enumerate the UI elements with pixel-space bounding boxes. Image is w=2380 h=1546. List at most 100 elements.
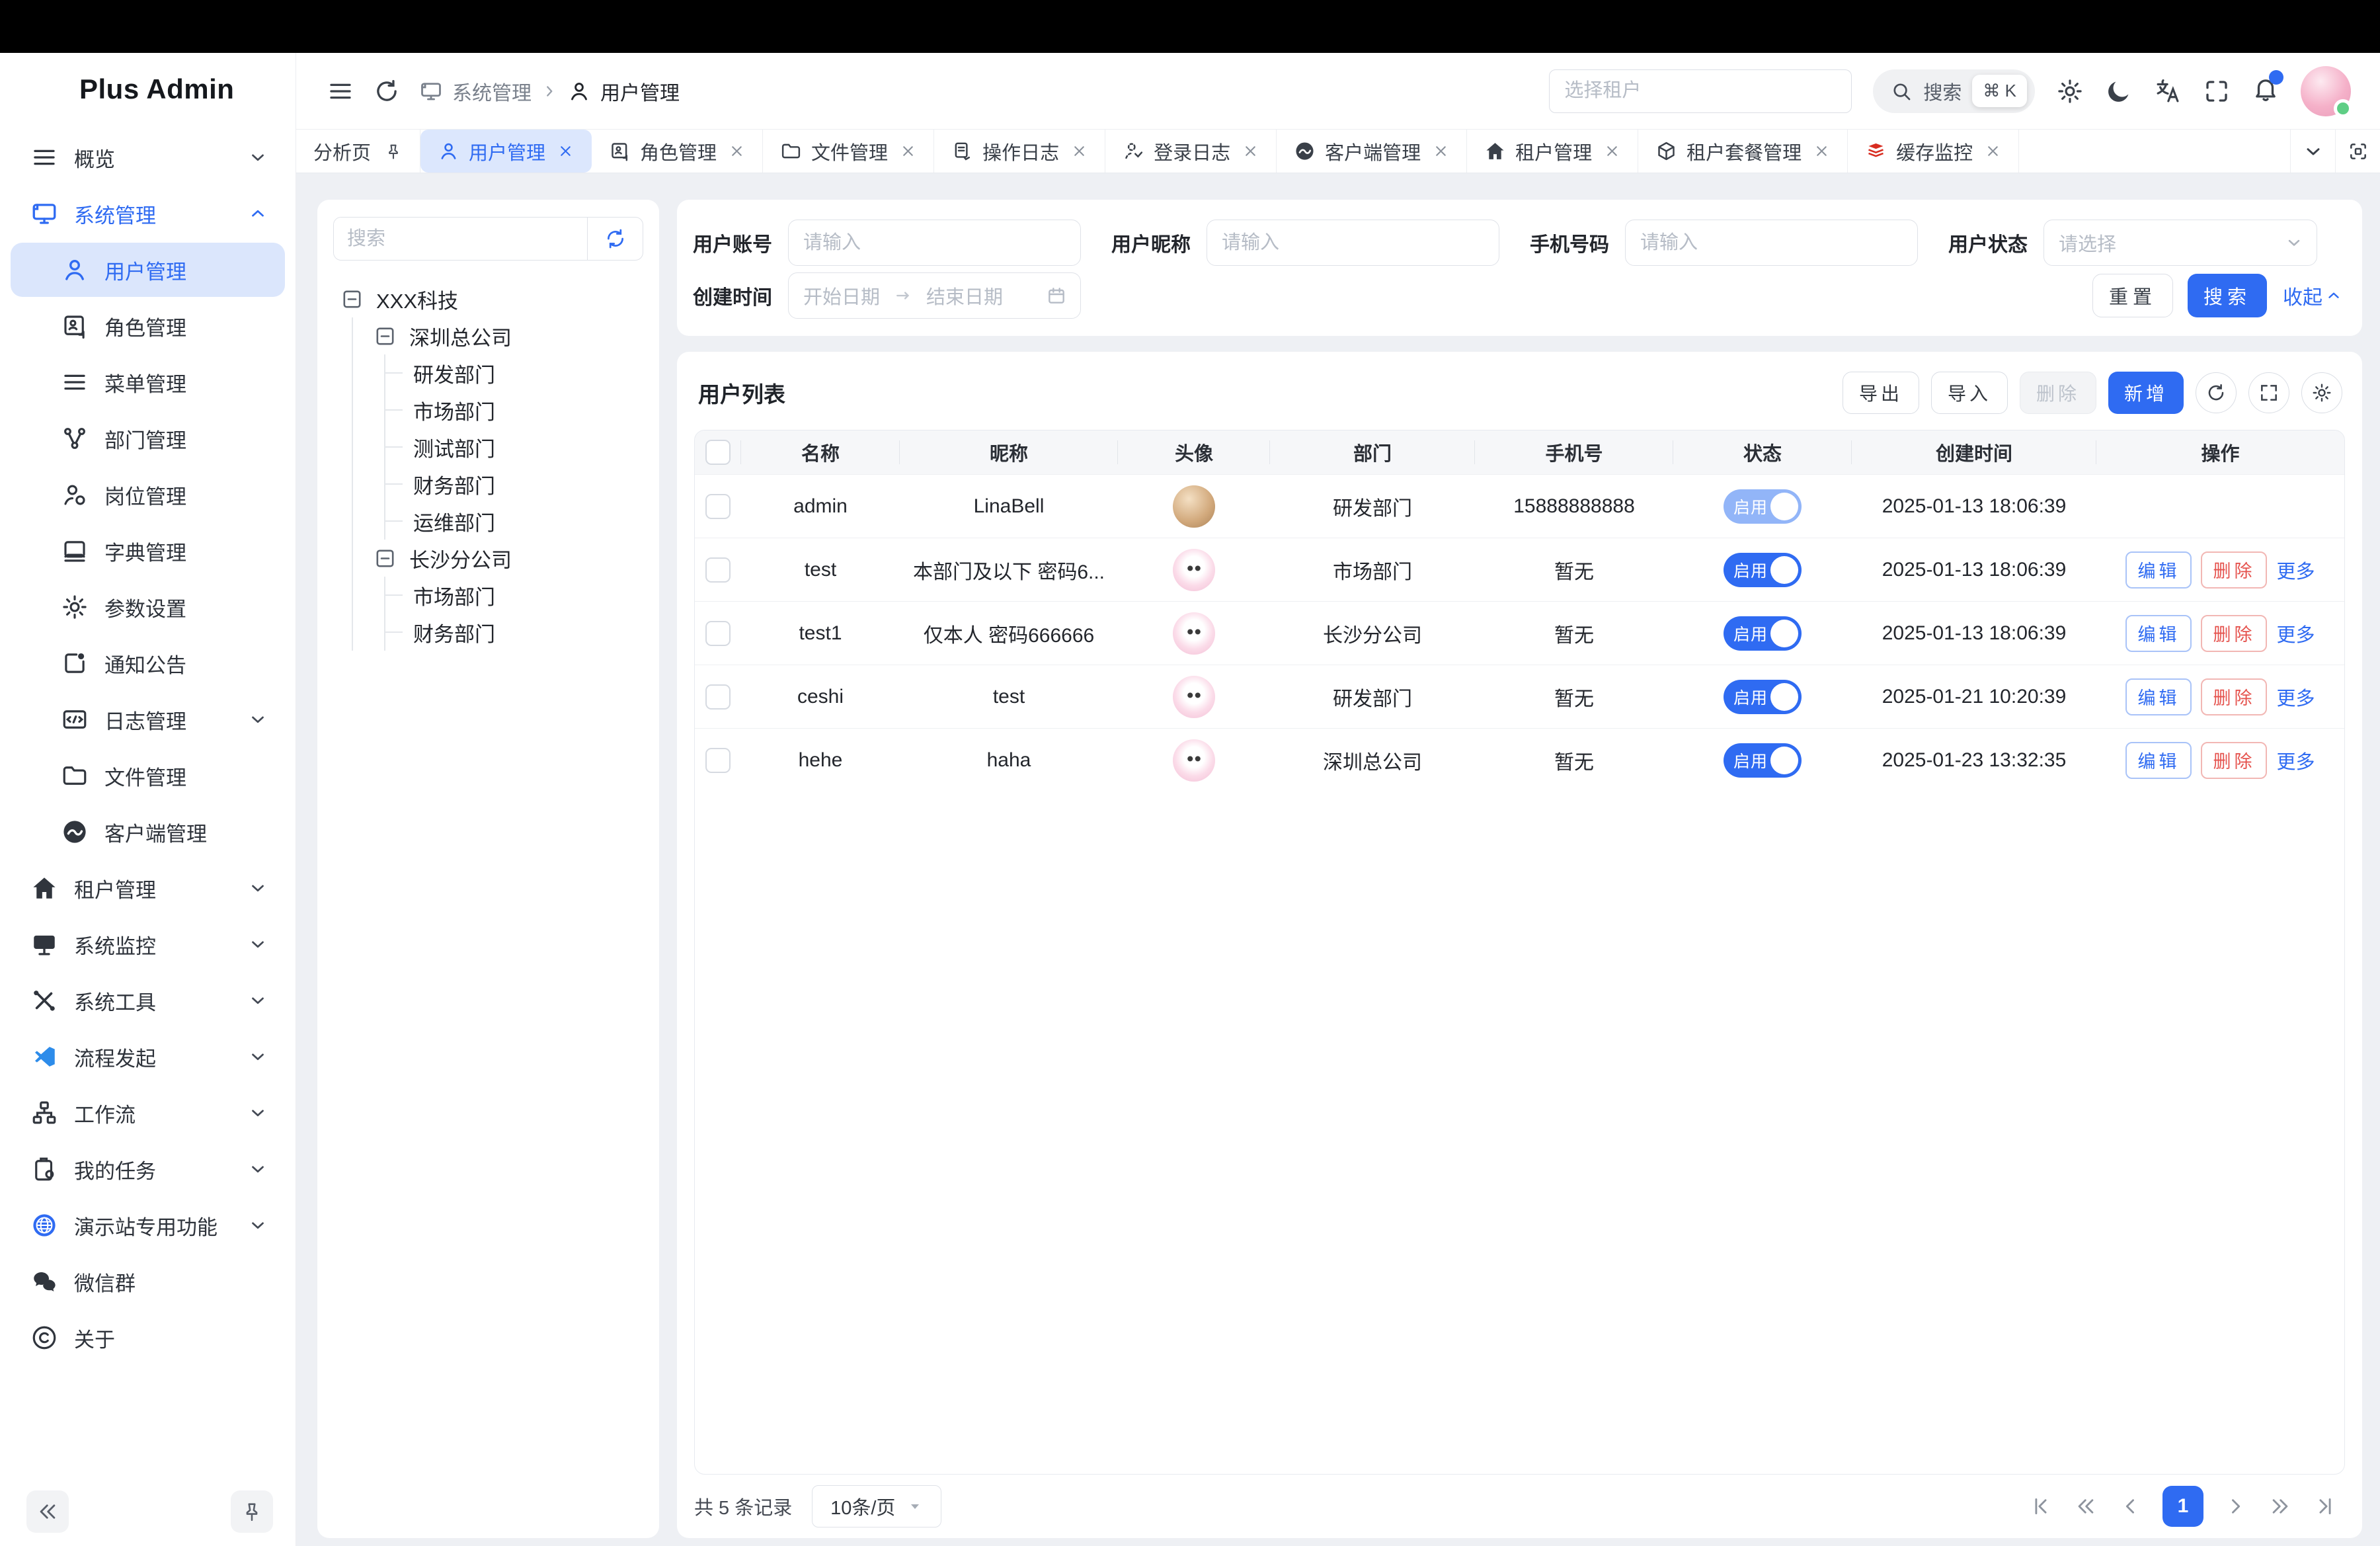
tab-file-management[interactable]: 文件管理 (763, 130, 934, 173)
more-link[interactable]: 更多 (2276, 683, 2315, 711)
sidebar-item-role-management[interactable]: 角色管理 (11, 299, 285, 353)
tree-node-dept[interactable]: 研发部门 (385, 354, 643, 391)
sidebar-item-notice-announcement[interactable]: 通知公告 (11, 636, 285, 690)
edit-button[interactable]: 编辑 (2125, 551, 2192, 589)
tab-tenant-package-management[interactable]: 租户套餐管理 (1638, 130, 1848, 173)
more-link[interactable]: 更多 (2276, 620, 2315, 647)
collapse-filters-link[interactable]: 收起 (2283, 281, 2342, 310)
row-checkbox[interactable] (705, 748, 731, 773)
jump-forward-button[interactable] (2267, 1493, 2293, 1520)
tab-role-management[interactable]: 角色管理 (592, 130, 763, 173)
import-button[interactable]: 导入 (1931, 372, 2008, 414)
tab-list-dropdown-button[interactable] (2290, 130, 2335, 173)
sidebar-item-system-tools[interactable]: 系统工具 (11, 973, 285, 1028)
status-toggle[interactable]: 启用 (1724, 743, 1802, 778)
close-icon[interactable] (557, 143, 574, 159)
sidebar-item-about[interactable]: 关于 (11, 1311, 285, 1365)
tab-operation-log[interactable]: 操作日志 (934, 130, 1105, 173)
tab-tenant-management[interactable]: 租户管理 (1467, 130, 1638, 173)
settings-gear-icon[interactable] (2056, 77, 2084, 105)
table-fullscreen-button[interactable] (2248, 372, 2289, 413)
collapse-box-icon[interactable] (374, 548, 396, 569)
tab-user-management[interactable]: 用户管理 (420, 130, 592, 173)
tenant-select-input[interactable] (1549, 69, 1852, 113)
close-icon[interactable] (1071, 143, 1088, 159)
edit-button[interactable]: 编辑 (2125, 678, 2192, 715)
hamburger-menu-icon[interactable] (327, 77, 354, 105)
sidebar-item-parameter-settings[interactable]: 参数设置 (11, 580, 285, 634)
tab-analysis-page[interactable]: 分析页 (296, 130, 420, 173)
status-toggle[interactable]: 启用 (1724, 553, 1802, 587)
edit-button[interactable]: 编辑 (2125, 615, 2192, 652)
breadcrumb-root[interactable]: 系统管理 (452, 77, 532, 106)
notifications-button[interactable] (2252, 75, 2280, 106)
column-settings-button[interactable] (2301, 372, 2342, 413)
sidebar-item-file-management[interactable]: 文件管理 (11, 749, 285, 803)
row-checkbox[interactable] (705, 494, 731, 519)
sidebar-item-menu-management[interactable]: 菜单管理 (11, 355, 285, 409)
pin-icon[interactable] (384, 142, 403, 161)
last-page-button[interactable] (2312, 1493, 2338, 1520)
dark-mode-moon-icon[interactable] (2105, 77, 2133, 105)
pin-sidebar-button[interactable] (231, 1490, 273, 1533)
previous-page-button[interactable] (2118, 1493, 2144, 1520)
next-page-button[interactable] (2222, 1493, 2248, 1520)
user-avatar[interactable] (2301, 66, 2351, 116)
date-range-picker[interactable]: 开始日期 结束日期 (788, 272, 1081, 319)
tree-node-dept[interactable]: 市场部门 (385, 577, 643, 614)
edit-button[interactable]: 编辑 (2125, 742, 2192, 779)
tree-node-dept[interactable]: 财务部门 (385, 466, 643, 503)
sidebar-item-post-management[interactable]: 岗位管理 (11, 468, 285, 522)
more-link[interactable]: 更多 (2276, 747, 2315, 774)
delete-row-button[interactable]: 删除 (2201, 551, 2267, 589)
tree-node-dept[interactable]: 测试部门 (385, 428, 643, 466)
export-button[interactable]: 导出 (1843, 372, 1919, 414)
content-fullscreen-button[interactable] (2335, 130, 2380, 173)
close-icon[interactable] (1985, 143, 2001, 159)
close-icon[interactable] (729, 143, 745, 159)
reset-button[interactable]: 重置 (2092, 274, 2173, 317)
sidebar-item-system-management[interactable]: 系统管理 (11, 186, 285, 241)
collapse-box-icon[interactable] (341, 288, 363, 310)
fullscreen-icon[interactable] (2203, 77, 2231, 105)
sidebar-item-log-management[interactable]: 日志管理 (11, 692, 285, 747)
sidebar-item-department-management[interactable]: 部门管理 (11, 411, 285, 466)
sidebar-item-wechat-group[interactable]: 微信群 (11, 1254, 285, 1309)
close-icon[interactable] (1813, 143, 1830, 159)
close-icon[interactable] (900, 143, 916, 159)
row-checkbox[interactable] (705, 621, 731, 646)
sidebar-item-system-monitor[interactable]: 系统监控 (11, 917, 285, 971)
current-page-button[interactable]: 1 (2162, 1486, 2203, 1527)
tab-client-management[interactable]: 客户端管理 (1277, 130, 1467, 173)
status-toggle[interactable]: 启用 (1724, 489, 1802, 524)
sidebar-item-demo-features[interactable]: 演示站专用功能 (11, 1198, 285, 1252)
close-icon[interactable] (1242, 143, 1259, 159)
global-search-button[interactable]: 搜索 ⌘ K (1873, 69, 2035, 113)
delete-row-button[interactable]: 删除 (2201, 742, 2267, 779)
search-button[interactable]: 搜索 (2188, 274, 2267, 317)
status-select[interactable]: 请选择 (2043, 220, 2317, 266)
status-toggle[interactable]: 启用 (1724, 616, 1802, 651)
status-toggle[interactable]: 启用 (1724, 680, 1802, 714)
page-size-select[interactable]: 10条/页 (812, 1485, 941, 1527)
phone-input[interactable] (1625, 220, 1918, 266)
sidebar-item-workflow[interactable]: 工作流 (11, 1086, 285, 1140)
sidebar-item-user-management[interactable]: 用户管理 (11, 243, 285, 297)
sidebar-item-dictionary-management[interactable]: 字典管理 (11, 524, 285, 578)
tree-node-company[interactable]: 长沙分公司 (374, 540, 643, 577)
select-all-checkbox[interactable] (705, 440, 731, 465)
tree-node-dept[interactable]: 财务部门 (385, 614, 643, 651)
tree-node-dept[interactable]: 运维部门 (385, 503, 643, 540)
delete-button[interactable]: 删除 (2020, 372, 2096, 414)
jump-back-button[interactable] (2073, 1493, 2099, 1520)
collapse-sidebar-button[interactable] (26, 1490, 69, 1533)
tree-node-company[interactable]: 深圳总公司 (374, 317, 643, 354)
sidebar-item-my-tasks[interactable]: 我的任务 (11, 1142, 285, 1196)
row-checkbox[interactable] (705, 684, 731, 710)
delete-row-button[interactable]: 删除 (2201, 615, 2267, 652)
tab-cache-monitor[interactable]: 缓存监控 (1848, 130, 2019, 173)
more-link[interactable]: 更多 (2276, 556, 2315, 584)
collapse-box-icon[interactable] (374, 325, 396, 347)
sidebar-item-tenant-management[interactable]: 租户管理 (11, 861, 285, 915)
tab-login-log[interactable]: 登录日志 (1105, 130, 1277, 173)
